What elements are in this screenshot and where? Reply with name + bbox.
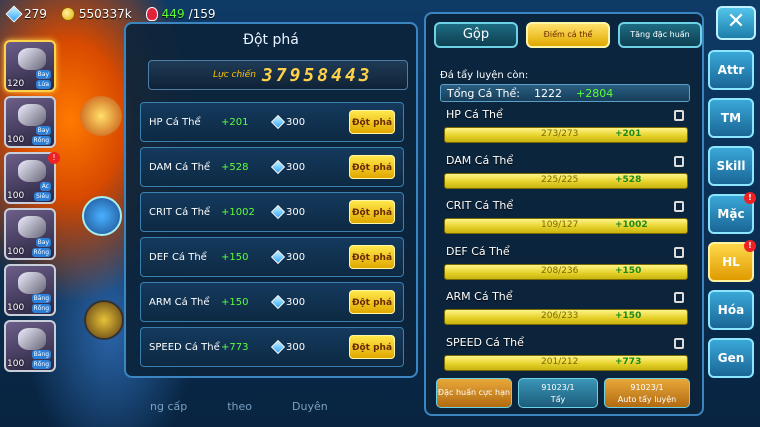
- iv-stat: ARM Cá Thể 206/233 +150: [444, 288, 694, 332]
- coin-icon: [60, 7, 75, 21]
- gem-icon: [270, 204, 286, 220]
- gem-counter: 279: [5, 5, 47, 23]
- total-iv: Tổng Cá Thể: 1222 +2804: [440, 84, 690, 102]
- breakthrough-panel: Đột phá Lực chiến 37958443 HP Cá Thể +201…: [124, 22, 418, 378]
- side-menu: Attr TM Skill Mặc! HL! Hóa Gen: [708, 50, 756, 386]
- lock-icon[interactable]: [674, 201, 684, 213]
- wash-button[interactable]: 91023/1 Tẩy: [518, 378, 598, 408]
- gem-icon: [5, 5, 23, 23]
- iv-stat: SPEED Cá Thể 201/212 +773: [444, 334, 694, 378]
- lock-icon[interactable]: [674, 246, 684, 258]
- gem-icon: [270, 159, 286, 175]
- gem-icon: [270, 114, 286, 130]
- breakthrough-button[interactable]: Đột phá: [349, 290, 395, 314]
- pokemon-avatar: [18, 328, 46, 350]
- breakthrough-button[interactable]: Đột phá: [349, 335, 395, 359]
- breakthrough-button[interactable]: Đột phá: [349, 110, 395, 134]
- roster-slot-3[interactable]: Ác Siêu 100!: [4, 152, 60, 204]
- breakthrough-list: HP Cá Thể +201 300 Đột phá DAM Cá Thể +528 30…: [140, 102, 404, 372]
- pokemon-avatar: [18, 160, 46, 182]
- breakthrough-row: SPEED Cá Thể +773 300 Đột phá: [140, 327, 404, 367]
- roster-slot-5[interactable]: Băng Rồng 100: [4, 264, 56, 316]
- pokemon-avatar: [18, 272, 46, 294]
- roster-slot-6[interactable]: Băng Rồng 100: [4, 320, 56, 372]
- iv-stat-list: HP Cá Thể 273/273 +201 DAM Cá Thể 225/225 +5…: [444, 106, 694, 380]
- iv-stat: HP Cá Thể 273/273 +201: [444, 106, 694, 150]
- pokemon-roster: Bay Lửa 120 Bay Rồng 100 Ác Siêu 100! Bay Rồng 1…: [0, 40, 60, 376]
- pokemon-avatar: [18, 216, 46, 238]
- breakthrough-button[interactable]: Đột phá: [349, 155, 395, 179]
- alert-badge: !: [744, 192, 756, 204]
- iv-stat: CRIT Cá Thể 109/127 +1002: [444, 197, 694, 241]
- tab-special-training[interactable]: Tăng đặc huấn: [618, 22, 702, 48]
- iv-stat: DAM Cá Thể 225/225 +528: [444, 152, 694, 196]
- iv-bar: 109/127 +1002: [444, 218, 688, 235]
- lock-icon[interactable]: [674, 110, 684, 121]
- auto-wash-button[interactable]: 91023/1 Auto tẩy luyện: [604, 378, 690, 408]
- side-mac-button[interactable]: Mặc!: [708, 192, 756, 234]
- breakthrough-row: HP Cá Thể +201 300 Đột phá: [140, 102, 404, 142]
- action-buttons: Đặc huấn cực hạn 91023/1 Tẩy 91023/1 Auto …: [436, 378, 690, 408]
- extreme-training-button[interactable]: Đặc huấn cực hạn: [436, 378, 512, 408]
- breakthrough-row: ARM Cá Thể +150 300 Đột phá: [140, 282, 404, 322]
- side-tm-button[interactable]: TM: [708, 98, 754, 138]
- roster-slot-4[interactable]: Bay Rồng 100: [4, 208, 56, 260]
- pokemon-emblem-button[interactable]: [84, 300, 124, 340]
- roster-slot-2[interactable]: Bay Rồng 100: [4, 96, 56, 148]
- lock-icon[interactable]: [674, 292, 684, 304]
- pokemon-avatar: [18, 104, 46, 126]
- iv-bar: 206/233 +150: [444, 309, 688, 326]
- iv-bar: 273/273 +201: [444, 127, 688, 143]
- panel-title: Đột phá: [243, 32, 299, 48]
- iv-bar: 201/212 +773: [444, 354, 688, 371]
- breakthrough-row: CRIT Cá Thể +1002 300 Đột phá: [140, 192, 404, 232]
- iv-bar: 225/225 +528: [444, 172, 688, 189]
- iv-bar: 208/236 +150: [444, 263, 688, 280]
- side-gen-button[interactable]: Gen: [708, 338, 754, 378]
- breakthrough-button[interactable]: Đột phá: [349, 245, 395, 269]
- side-hoa-button[interactable]: Hóa: [708, 290, 754, 330]
- combat-power: Lực chiến 37958443: [148, 60, 408, 90]
- breakthrough-row: DEF Cá Thể +150 300 Đột phá: [140, 237, 404, 277]
- panel-tabs: Gộp Điểm cá thể Tăng đặc huấn: [434, 22, 702, 48]
- iv-stat: DEF Cá Thể 208/236 +150: [444, 243, 694, 287]
- potion-icon: [145, 7, 158, 21]
- breakthrough-button[interactable]: Đột phá: [349, 200, 395, 224]
- alert-badge: !: [744, 240, 756, 252]
- pokemon-avatar: [18, 48, 46, 70]
- lock-icon[interactable]: [674, 337, 684, 349]
- gem-icon: [270, 249, 286, 265]
- alert-badge: !: [48, 152, 60, 164]
- lock-icon[interactable]: [674, 155, 684, 167]
- gem-icon: [270, 339, 286, 355]
- side-hl-button[interactable]: HL!: [708, 240, 756, 282]
- remaining-stones-label: Đá tẩy luyện còn:: [440, 70, 529, 81]
- tab-iv-points[interactable]: Điểm cá thể: [526, 22, 610, 48]
- close-button[interactable]: ✕: [716, 6, 756, 40]
- potion-counter: 449/159: [145, 7, 216, 21]
- fire-skill-icon[interactable]: [80, 96, 122, 136]
- side-attr-button[interactable]: Attr: [708, 50, 754, 90]
- gem-icon: [270, 294, 286, 310]
- hidden-menu-labels: ng cấp theo Duyên: [150, 400, 328, 413]
- roster-slot-1[interactable]: Bay Lửa 120: [4, 40, 56, 92]
- breakthrough-row: DAM Cá Thể +528 300 Đột phá: [140, 147, 404, 187]
- coin-counter: 550337k: [60, 7, 132, 21]
- lock-button[interactable]: [82, 196, 122, 236]
- tab-merge[interactable]: Gộp: [434, 22, 518, 48]
- iv-training-panel: Gộp Điểm cá thể Tăng đặc huấn Đá tẩy luy…: [424, 12, 704, 416]
- side-skill-button[interactable]: Skill: [708, 146, 754, 186]
